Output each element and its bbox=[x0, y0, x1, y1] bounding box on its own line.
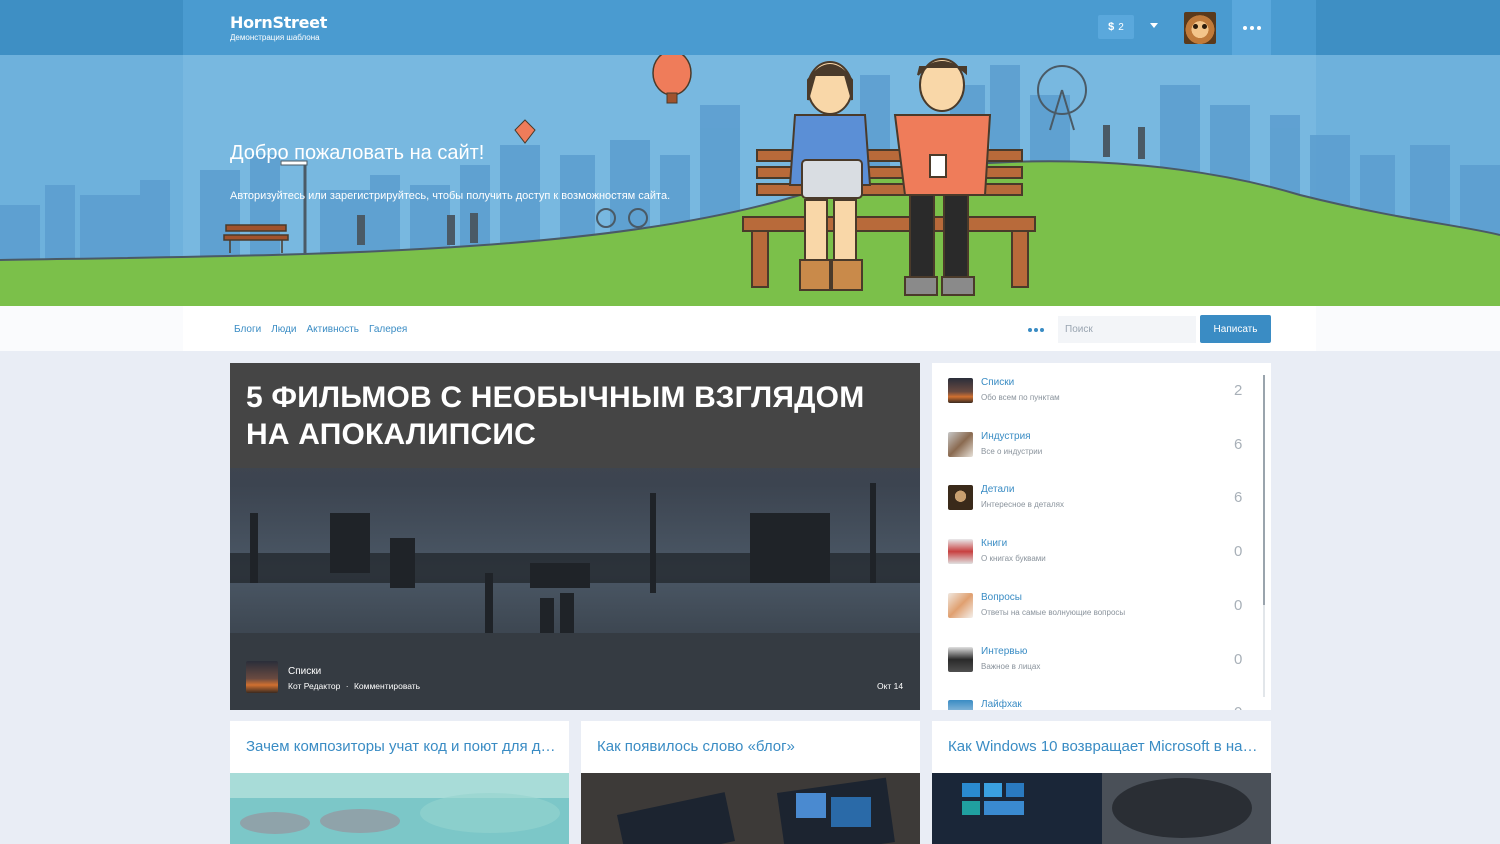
list-item[interactable]: Лайфхак 0 bbox=[948, 698, 1258, 710]
list-item[interactable]: Детали Интересное в деталях 6 bbox=[948, 483, 1258, 523]
blog-count: 2 bbox=[1234, 382, 1243, 399]
blog-thumbnail bbox=[948, 700, 973, 710]
comment-link[interactable]: Комментировать bbox=[354, 681, 420, 691]
blog-name[interactable]: Детали bbox=[981, 484, 1014, 495]
blog-count: 0 bbox=[1234, 651, 1243, 668]
hero-illustration bbox=[0, 55, 1500, 306]
nav-item-activity[interactable]: Активность bbox=[306, 324, 359, 335]
top-bar-inner bbox=[183, 0, 1316, 55]
nav-bar bbox=[0, 306, 1500, 351]
author-link[interactable]: Кот Редактор bbox=[288, 681, 340, 691]
list-scrollbar[interactable] bbox=[1263, 375, 1265, 697]
list-item[interactable]: Вопросы Ответы на самые волнующие вопрос… bbox=[948, 591, 1258, 631]
blog-thumbnail bbox=[948, 647, 973, 672]
blog-desc: О книгах буквами bbox=[981, 554, 1046, 563]
hero-banner: Добро пожаловать на сайт! Авторизуйтесь … bbox=[0, 55, 1500, 306]
nav-item-gallery[interactable]: Галерея bbox=[369, 324, 407, 335]
list-item[interactable]: Списки Обо всем по пунктам 2 bbox=[948, 376, 1258, 416]
post-card[interactable]: Как появилось слово «блог» bbox=[581, 721, 920, 844]
search-input[interactable] bbox=[1058, 316, 1196, 343]
card-title[interactable]: Как Windows 10 возвращает Microsoft в на… bbox=[948, 738, 1258, 755]
blog-count: 6 bbox=[1234, 489, 1243, 506]
blog-desc: Все о индустрии bbox=[981, 447, 1043, 456]
featured-post[interactable]: 5 ФИЛЬМОВ С НЕОБЫЧНЫМ ВЗГЛЯДОМ НА АПОКАЛ… bbox=[230, 363, 920, 710]
meta-separator: · bbox=[345, 681, 349, 691]
top-bar bbox=[0, 0, 1500, 55]
featured-title[interactable]: 5 ФИЛЬМОВ С НЕОБЫЧНЫМ ВЗГЛЯДОМ НА АПОКАЛ… bbox=[246, 379, 906, 453]
logo-name: HornStreet bbox=[230, 13, 328, 32]
blog-count: 0 bbox=[1234, 597, 1243, 614]
blog-name[interactable]: Лайфхак bbox=[981, 699, 1022, 710]
blog-count: 0 bbox=[1234, 543, 1243, 560]
blog-desc: Ответы на самые волнующие вопросы bbox=[981, 608, 1126, 617]
ellipsis-icon[interactable] bbox=[1232, 0, 1271, 55]
card-title[interactable]: Зачем композиторы учат код и поют для де… bbox=[246, 738, 556, 755]
blog-thumbnail bbox=[948, 432, 973, 457]
card-title[interactable]: Как появилось слово «блог» bbox=[597, 738, 907, 755]
chevron-down-icon[interactable] bbox=[1150, 23, 1158, 28]
blog-count: 6 bbox=[1234, 436, 1243, 453]
nav-item-people[interactable]: Люди bbox=[271, 324, 296, 335]
blog-desc: Обо всем по пунктам bbox=[981, 393, 1060, 402]
hero-subtitle: Авторизуйтесь или зарегистрируйтесь, что… bbox=[230, 190, 671, 202]
blog-name[interactable]: Списки bbox=[981, 377, 1014, 388]
post-card[interactable]: Как Windows 10 возвращает Microsoft в на… bbox=[932, 721, 1271, 844]
featured-date: Окт 14 bbox=[877, 681, 904, 691]
blog-thumbnail bbox=[948, 485, 973, 510]
site-logo[interactable]: HornStreet Демонстрация шаблона bbox=[230, 13, 327, 42]
blog-name[interactable]: Индустрия bbox=[981, 431, 1031, 442]
balance-count: 2 bbox=[1118, 21, 1124, 33]
blogs-list: Списки Обо всем по пунктам 2 Индустрия В… bbox=[932, 363, 1271, 710]
user-avatar[interactable] bbox=[1184, 12, 1216, 44]
post-card[interactable]: Зачем композиторы учат код и поют для де… bbox=[230, 721, 569, 844]
avatar-eye bbox=[1193, 24, 1198, 29]
card-image bbox=[581, 773, 920, 844]
list-item[interactable]: Интервью Важное в лицах 0 bbox=[948, 645, 1258, 685]
list-item[interactable]: Книги О книгах буквами 0 bbox=[948, 537, 1258, 577]
blog-name[interactable]: Интервью bbox=[981, 646, 1027, 657]
featured-category[interactable]: Списки bbox=[288, 666, 321, 677]
write-button[interactable]: Написать bbox=[1200, 315, 1271, 343]
main-nav: Блоги Люди Активность Галерея bbox=[234, 324, 407, 335]
blog-thumbnail bbox=[948, 593, 973, 618]
card-image bbox=[230, 773, 569, 844]
balance-button[interactable]: $ 2 bbox=[1098, 15, 1134, 39]
logo-subtitle: Демонстрация шаблона bbox=[230, 33, 320, 42]
featured-meta: Кот Редактор · Комментировать bbox=[288, 681, 420, 691]
blog-thumbnail bbox=[948, 539, 973, 564]
category-thumbnail bbox=[246, 661, 278, 693]
blog-count: 0 bbox=[1234, 704, 1242, 710]
blog-name[interactable]: Книги bbox=[981, 538, 1007, 549]
ellipsis-icon[interactable] bbox=[1028, 328, 1044, 332]
dollar-icon: $ bbox=[1108, 21, 1115, 33]
nav-item-blogs[interactable]: Блоги bbox=[234, 324, 261, 335]
card-image bbox=[932, 773, 1271, 844]
blog-thumbnail bbox=[948, 378, 973, 403]
blog-desc: Интересное в деталях bbox=[981, 500, 1064, 509]
blog-name[interactable]: Вопросы bbox=[981, 592, 1022, 603]
hero-title: Добро пожаловать на сайт! bbox=[230, 142, 485, 164]
avatar-eye bbox=[1202, 24, 1207, 29]
blog-desc: Важное в лицах bbox=[981, 662, 1041, 671]
list-item[interactable]: Индустрия Все о индустрии 6 bbox=[948, 430, 1258, 470]
scrollbar-thumb[interactable] bbox=[1263, 375, 1265, 605]
